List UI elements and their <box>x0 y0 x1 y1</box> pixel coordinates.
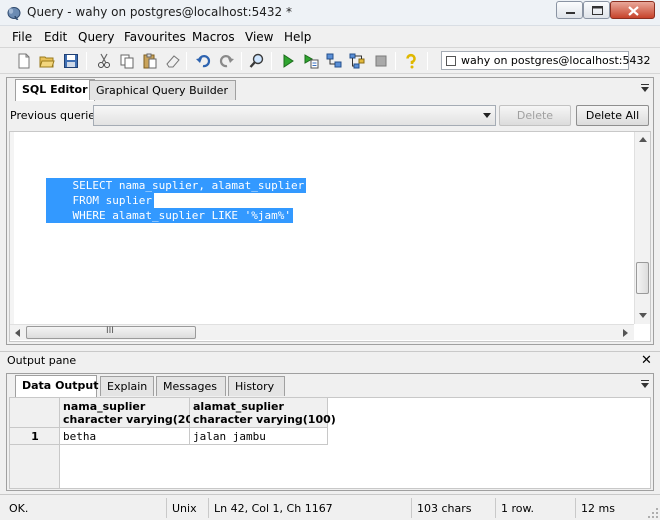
toolbar: wahy on postgres@localhost:5432 <box>0 47 660 74</box>
editor-panel: SQL Editor Graphical Query Builder Previ… <box>6 77 654 345</box>
status-cursor-position: Ln 42, Col 1, Ch 1167 <box>208 498 406 518</box>
undo-icon[interactable] <box>195 53 211 69</box>
tab-sql-editor[interactable]: SQL Editor <box>15 79 95 101</box>
redo-icon[interactable] <box>219 53 235 69</box>
menu-file[interactable]: File <box>12 30 32 44</box>
column-type: character varying(20) <box>63 413 199 426</box>
scroll-right-icon[interactable] <box>623 329 628 337</box>
delete-button[interactable]: Delete <box>499 105 571 126</box>
minimize-button[interactable] <box>556 1 583 19</box>
close-icon <box>628 6 639 16</box>
status-bar: OK. Unix Ln 42, Col 1, Ch 1167 103 chars… <box>0 494 660 520</box>
elephant-app-icon <box>7 7 21 20</box>
menu-query[interactable]: Query <box>78 30 114 44</box>
table-cell[interactable]: betha <box>60 428 190 445</box>
title-bar: Query - wahy on postgres@localhost:5432 … <box>0 0 660 26</box>
sql-code-editor[interactable]: SELECT nama_suplier, alamat_suplier FROM… <box>9 131 651 342</box>
code-line[interactable]: WHERE alamat_suplier LIKE '%jam%' <box>46 208 294 223</box>
output-pane-header: Output pane ✕ <box>0 351 660 369</box>
vertical-scroll-thumb[interactable] <box>636 262 649 294</box>
paste-icon[interactable] <box>142 53 158 69</box>
find-icon[interactable] <box>249 53 265 69</box>
connection-checkbox[interactable] <box>446 56 456 66</box>
table-cell[interactable]: jalan jambu <box>190 428 328 445</box>
previous-queries-dropdown[interactable] <box>93 105 496 126</box>
horizontal-scroll-thumb[interactable]: III <box>26 326 196 339</box>
grid-corner[interactable] <box>10 398 60 428</box>
data-output-grid[interactable]: nama_suplier character varying(20) alama… <box>9 397 651 489</box>
toolbar-separator <box>427 52 428 70</box>
stop-icon[interactable] <box>373 53 389 69</box>
execute-icon[interactable] <box>280 53 296 69</box>
close-icon[interactable]: ✕ <box>641 354 652 367</box>
status-execution-time: 12 ms <box>575 498 645 518</box>
explain-analyze-icon[interactable] <box>349 53 365 69</box>
status-char-count: 103 chars <box>411 498 493 518</box>
row-number[interactable]: 1 <box>10 428 60 445</box>
menu-bar: File Edit Query Favourites Macros View H… <box>0 27 660 47</box>
resize-grip-icon[interactable] <box>647 507 659 519</box>
eraser-icon[interactable] <box>165 53 181 69</box>
code-line[interactable]: FROM suplier <box>46 193 154 208</box>
editor-horizontal-scrollbar[interactable]: III <box>10 324 634 340</box>
editor-vertical-scrollbar[interactable] <box>634 132 650 324</box>
cut-icon[interactable] <box>96 53 112 69</box>
code-line[interactable]: SELECT nama_suplier, alamat_suplier <box>46 178 307 193</box>
scroll-down-icon[interactable] <box>639 313 647 318</box>
toolbar-separator <box>186 52 187 70</box>
status-line-ending: Unix <box>166 498 206 518</box>
toolbar-separator <box>395 52 396 70</box>
status-row-count: 1 row. <box>495 498 573 518</box>
tab-history[interactable]: History <box>228 376 285 396</box>
maximize-button[interactable] <box>583 1 610 19</box>
column-name: alamat_suplier <box>193 400 284 413</box>
editor-gutter <box>10 132 14 324</box>
output-panel: Data Output Explain Messages History nam… <box>6 373 654 491</box>
column-header-nama-suplier[interactable]: nama_suplier character varying(20) <box>60 398 199 428</box>
tab-graphical-query-builder[interactable]: Graphical Query Builder <box>89 80 236 100</box>
menu-view[interactable]: View <box>245 30 273 44</box>
column-header-alamat-suplier[interactable]: alamat_suplier character varying(100) <box>190 398 336 428</box>
output-pane-title: Output pane <box>7 354 77 367</box>
close-window-button[interactable] <box>610 1 655 19</box>
scroll-up-icon[interactable] <box>639 137 647 142</box>
execute-to-file-icon[interactable] <box>303 53 319 69</box>
scroll-left-icon[interactable] <box>15 329 20 337</box>
copy-icon[interactable] <box>119 53 135 69</box>
column-name: nama_suplier <box>63 400 146 413</box>
maximize-icon <box>592 6 603 15</box>
help-icon[interactable] <box>403 53 419 69</box>
menu-favourites[interactable]: Favourites <box>124 30 186 44</box>
save-icon[interactable] <box>63 53 79 69</box>
tab-data-output[interactable]: Data Output <box>15 375 98 397</box>
tab-messages[interactable]: Messages <box>156 376 226 396</box>
menu-help[interactable]: Help <box>284 30 311 44</box>
minimize-icon <box>566 12 575 14</box>
new-file-icon[interactable] <box>16 53 32 69</box>
status-state: OK. <box>9 502 29 515</box>
open-folder-icon[interactable] <box>39 53 55 69</box>
tab-explain[interactable]: Explain <box>100 376 154 396</box>
panel-menu-arrow-icon[interactable] <box>641 84 649 92</box>
panel-menu-arrow-icon[interactable] <box>641 380 649 388</box>
connection-selector[interactable]: wahy on postgres@localhost:5432 <box>441 51 651 70</box>
toolbar-separator <box>271 52 272 70</box>
window-title: Query - wahy on postgres@localhost:5432 … <box>27 5 292 19</box>
column-type: character varying(100) <box>193 413 336 426</box>
previous-queries-label: Previous queries <box>10 109 101 122</box>
toolbar-separator <box>86 52 87 70</box>
connection-label: wahy on postgres@localhost:5432 <box>461 54 651 67</box>
menu-macros[interactable]: Macros <box>192 30 235 44</box>
grip-icon: III <box>106 326 114 336</box>
delete-all-button[interactable]: Delete All <box>576 105 649 126</box>
explain-icon[interactable] <box>326 53 342 69</box>
toolbar-separator <box>241 52 242 70</box>
chevron-down-icon <box>483 113 491 118</box>
menu-edit[interactable]: Edit <box>44 30 67 44</box>
